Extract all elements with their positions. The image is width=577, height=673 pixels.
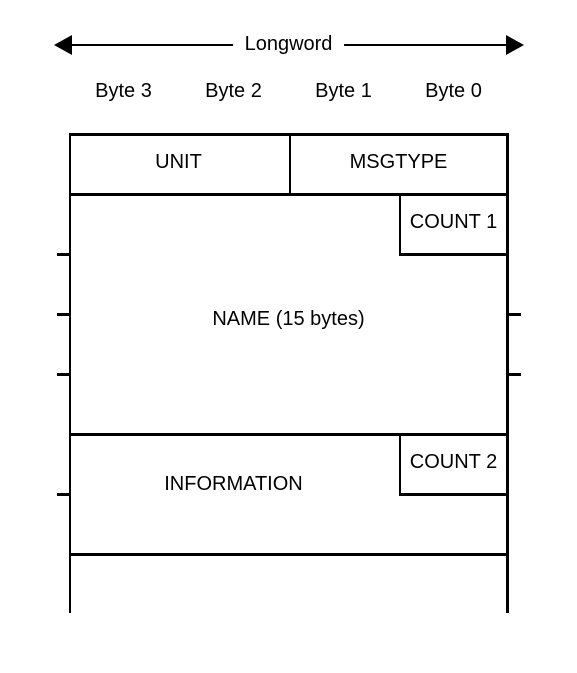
count1-field: COUNT 1 bbox=[399, 211, 509, 234]
information-field: INFORMATION bbox=[69, 473, 399, 496]
byte-0-label: Byte 0 bbox=[399, 80, 509, 103]
msgtype-field: MSGTYPE bbox=[289, 151, 509, 174]
arrow-right-icon bbox=[506, 35, 524, 55]
tick-left-3 bbox=[57, 373, 71, 376]
unit-field: UNIT bbox=[69, 151, 289, 174]
count1-bottom bbox=[399, 253, 509, 256]
count2-field: COUNT 2 bbox=[399, 451, 509, 474]
message-layout-diagram: UNIT MSGTYPE COUNT 1 NAME (15 bytes) COU… bbox=[69, 133, 509, 613]
name-field: NAME (15 bytes) bbox=[69, 308, 509, 331]
byte-labels-row: Byte 3 Byte 2 Byte 1 Byte 0 bbox=[69, 80, 509, 103]
longword-arrow: Longword bbox=[54, 30, 524, 60]
name-bottom-border bbox=[69, 433, 509, 436]
info-bottom-border bbox=[69, 553, 509, 556]
byte-1-label: Byte 1 bbox=[289, 80, 399, 103]
row1-bottom bbox=[69, 193, 509, 196]
tick-right-3 bbox=[507, 373, 521, 376]
longword-label: Longword bbox=[233, 33, 345, 56]
arrow-left-icon bbox=[54, 35, 72, 55]
tick-left-4 bbox=[57, 493, 71, 496]
byte-2-label: Byte 2 bbox=[179, 80, 289, 103]
tick-right-2 bbox=[507, 313, 521, 316]
byte-3-label: Byte 3 bbox=[69, 80, 179, 103]
count2-bottom bbox=[399, 493, 509, 496]
tick-left-1 bbox=[57, 253, 71, 256]
